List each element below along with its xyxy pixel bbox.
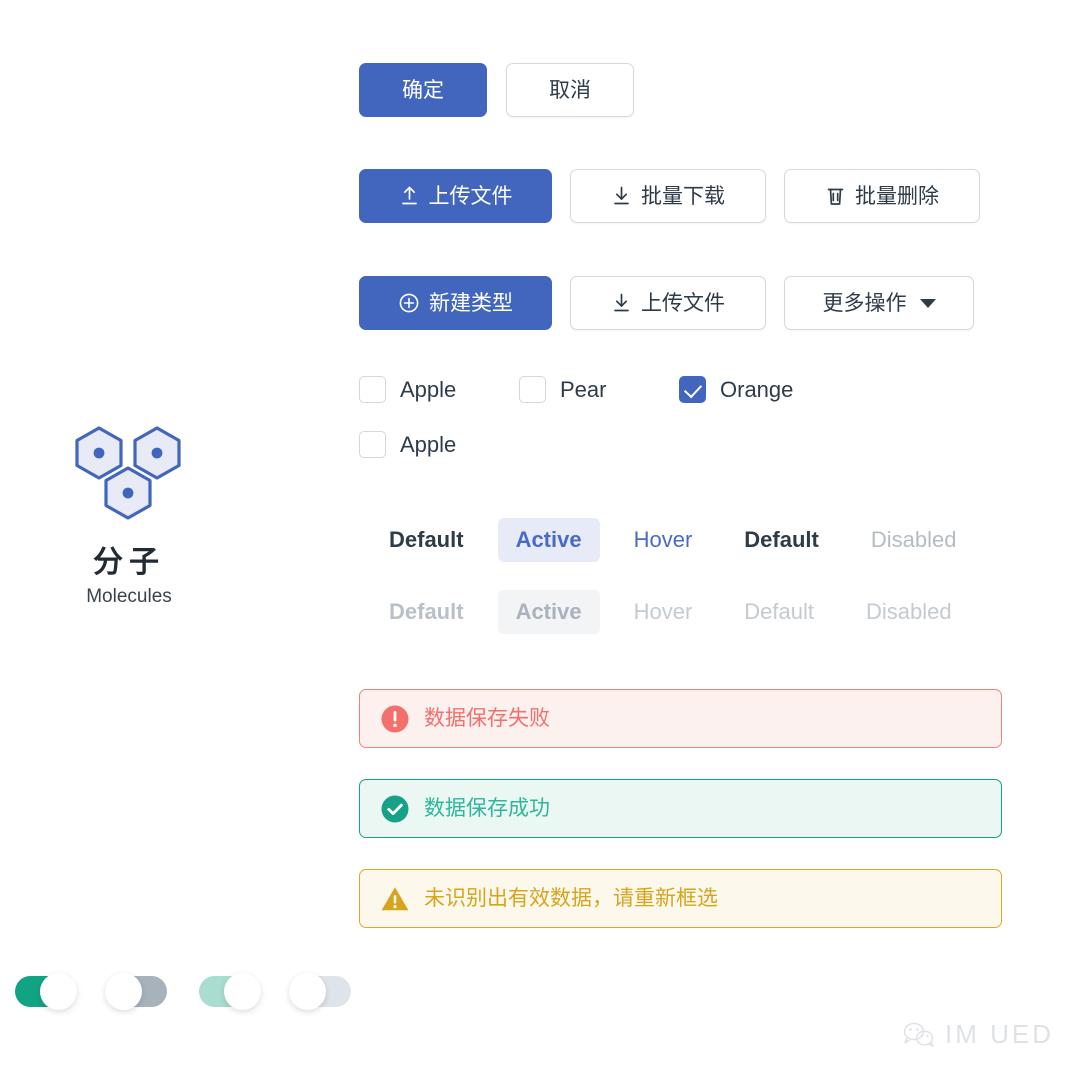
checkbox-row-2: Apple: [359, 431, 1019, 458]
upload-icon: [401, 186, 417, 205]
checkbox-box[interactable]: [359, 376, 386, 403]
upload-file-button[interactable]: 上传文件: [359, 169, 552, 223]
checkbox-box-checked[interactable]: [679, 376, 706, 403]
checkbox-pear[interactable]: Pear: [519, 376, 679, 403]
cancel-button-label: 取消: [549, 78, 591, 102]
batch-download-button-label: 批量下载: [641, 184, 725, 208]
state-default[interactable]: Default: [371, 518, 482, 562]
toggle-knob: [224, 973, 261, 1010]
upload-file-secondary-label: 上传文件: [641, 291, 725, 315]
state-active-dim: Active: [497, 590, 600, 634]
state-disabled: Disabled: [870, 527, 957, 552]
wechat-icon: [903, 1022, 934, 1047]
upload-file-button-label: 上传文件: [428, 184, 513, 208]
alert-success-message: 数据保存成功: [424, 797, 550, 820]
state-row-disabled: Default Active Hover Default Disabled: [359, 590, 1019, 634]
confirm-button-row: 确定 取消: [359, 63, 634, 117]
molecules-hexagon-icon: [75, 426, 181, 520]
state-disabled-dim: Disabled: [866, 599, 952, 624]
category-label: 分子 Molecules: [0, 420, 258, 608]
toggle-off-disabled: [289, 973, 351, 1010]
batch-delete-button-label: 批量删除: [855, 184, 939, 208]
confirm-button[interactable]: 确定: [359, 63, 487, 117]
new-type-button[interactable]: 新建类型: [359, 276, 552, 330]
state-hover[interactable]: Hover: [616, 518, 711, 562]
alert-warning-message: 未识别出有效数据，请重新框选: [424, 887, 718, 910]
checkbox-apple[interactable]: Apple: [359, 376, 519, 403]
checkbox-label: Pear: [560, 376, 607, 402]
state-label-rows: Default Active Hover Default Disabled De…: [359, 518, 1019, 634]
toggle-off[interactable]: [105, 973, 167, 1010]
batch-delete-button[interactable]: 批量删除: [784, 169, 980, 223]
more-actions-button[interactable]: 更多操作: [784, 276, 974, 330]
alert-error: 数据保存失败: [359, 689, 1002, 748]
checkbox-orange[interactable]: Orange: [679, 376, 793, 403]
new-type-button-label: 新建类型: [429, 291, 513, 315]
plus-circle-icon: [399, 293, 419, 313]
chevron-down-icon: [919, 298, 936, 308]
more-actions-button-label: 更多操作: [822, 291, 907, 315]
checkbox-label: Apple: [400, 376, 457, 402]
checkbox-group: Apple Pear Orange Apple: [359, 376, 1019, 458]
checkbox-label: Orange: [720, 376, 794, 402]
checkbox-box[interactable]: [359, 431, 386, 458]
checkbox-label: Apple: [400, 431, 457, 457]
toggle-on-disabled: [199, 973, 261, 1010]
cancel-button[interactable]: 取消: [506, 63, 634, 117]
batch-download-button[interactable]: 批量下载: [570, 169, 766, 223]
watermark-text: IM UED: [945, 1019, 1054, 1049]
toggle-row: [15, 973, 383, 1010]
state-hover-dim: Hover: [633, 599, 693, 624]
toggle-knob: [289, 973, 326, 1010]
toggle-on[interactable]: [15, 973, 77, 1010]
alert-error-message: 数据保存失败: [424, 707, 550, 730]
download-icon: [614, 293, 629, 312]
check-circle-icon: [381, 795, 409, 822]
state-active[interactable]: Active: [497, 518, 600, 562]
confirm-button-label: 确定: [402, 78, 444, 102]
trash-icon: [827, 188, 844, 205]
checkbox-box[interactable]: [519, 376, 546, 403]
alert-list: 数据保存失败 数据保存成功 未识别出有效数据，请重新框选: [359, 689, 1002, 928]
state-default-dim-2: Default: [744, 599, 815, 624]
checkbox-row-1: Apple Pear Orange: [359, 376, 1019, 403]
file-operations-button-row: 上传文件 批量下载 批量删除: [359, 169, 980, 223]
state-default-dim: Default: [389, 599, 464, 624]
state-default-2[interactable]: Default: [726, 518, 837, 562]
toggle-knob: [40, 973, 77, 1010]
category-name-en: Molecules: [86, 586, 172, 607]
toggle-knob: [105, 973, 142, 1010]
checkbox-apple-second[interactable]: Apple: [359, 431, 456, 458]
warning-triangle-icon: [381, 886, 409, 910]
state-row-enabled: Default Active Hover Default Disabled: [359, 518, 1019, 562]
watermark: IM UED: [902, 1019, 1054, 1050]
category-name-cn: 分子: [93, 546, 165, 579]
alert-warning: 未识别出有效数据，请重新框选: [359, 869, 1002, 928]
alert-success: 数据保存成功: [359, 779, 1002, 838]
exclamation-circle-icon: [381, 705, 409, 732]
upload-file-button-secondary[interactable]: 上传文件: [570, 276, 766, 330]
download-icon: [614, 186, 629, 205]
type-operations-button-row: 新建类型 上传文件 更多操作: [359, 276, 974, 330]
